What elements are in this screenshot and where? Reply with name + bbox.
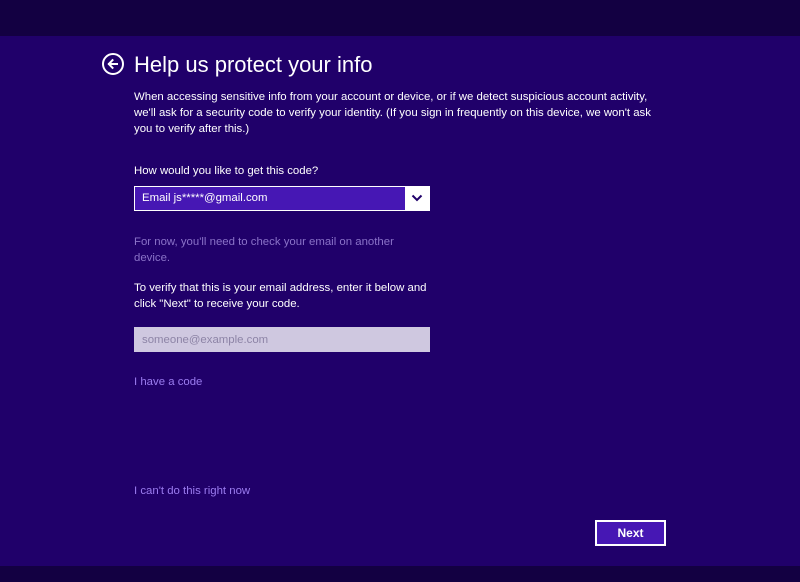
verify-instruction-text: To verify that this is your email addres…: [134, 282, 427, 310]
description-text: When accessing sensitive info from your …: [134, 91, 651, 135]
device-notice-text: For now, you'll need to check your email…: [134, 236, 394, 264]
email-input[interactable]: [134, 327, 430, 352]
verification-method-select[interactable]: Email js*****@gmail.com: [134, 186, 430, 211]
have-code-link[interactable]: I have a code: [134, 374, 202, 390]
page-title: Help us protect your info: [134, 52, 373, 77]
bottom-bar: [0, 566, 800, 582]
next-button[interactable]: Next: [595, 520, 666, 546]
cant-do-now-link[interactable]: I can't do this right now: [134, 483, 250, 499]
back-arrow-circle-icon: [107, 58, 118, 70]
back-button[interactable]: [102, 53, 124, 75]
chevron-down-icon: [411, 194, 423, 202]
top-bar: [0, 0, 800, 36]
method-question-label: How would you like to get this code?: [134, 165, 319, 177]
select-dropdown-toggle[interactable]: [405, 187, 429, 210]
selected-method-value: Email js*****@gmail.com: [142, 192, 268, 204]
